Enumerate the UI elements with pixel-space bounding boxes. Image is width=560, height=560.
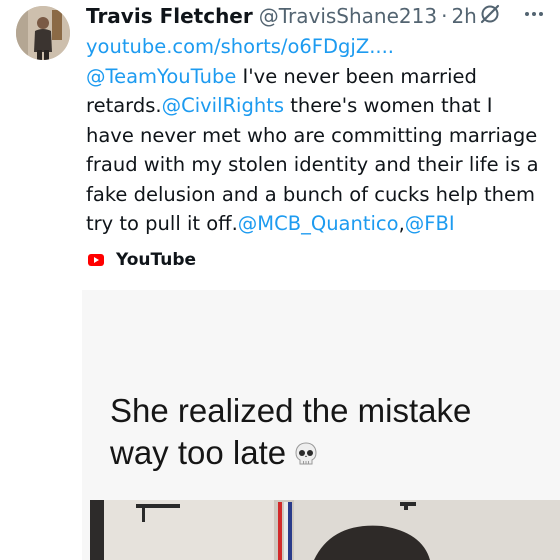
link-source-label: YouTube: [116, 250, 197, 270]
tweet-text-line: @TeamYouTube I've never been married: [86, 62, 551, 92]
tweet-text-segment: fraud with my stolen identity and their …: [86, 153, 539, 176]
tweet-timestamp[interactable]: 2h: [451, 4, 476, 28]
tweet-text: youtube.com/shorts/o6FDgjZ.... @TeamYouTu…: [86, 32, 551, 239]
url-link[interactable]: youtube.com/shorts/o6FDgjZ....: [86, 35, 394, 58]
header-separator: ·: [441, 4, 448, 28]
video-caption: She realized the mistake way too late: [110, 390, 471, 474]
caption-line: way too late: [110, 432, 471, 474]
mention-link[interactable]: @MCB_Quantico: [238, 212, 399, 235]
tweet-text-line: fraud with my stolen identity and their …: [86, 150, 551, 180]
skull-icon: [295, 442, 317, 465]
mention-link[interactable]: @FBI: [405, 212, 455, 235]
tweet-text-segment: retards.: [86, 94, 162, 117]
author-handle[interactable]: @TravisShane213: [259, 4, 437, 28]
link-source[interactable]: YouTube: [88, 250, 196, 270]
grok-icon[interactable]: [478, 2, 502, 26]
youtube-logo-icon: [88, 254, 104, 266]
tweet-text-segment: there's women that I: [284, 94, 493, 117]
tweet-text-segment: have never met who are committing marria…: [86, 123, 538, 147]
tweet-text-segment: fake delusion and a bunch of cucks help …: [86, 182, 536, 206]
tweet-text-line: fake delusion and a bunch of cucks help …: [86, 180, 551, 210]
media-card[interactable]: She realized the mistake way too late: [82, 290, 560, 560]
caption-line: She realized the mistake: [110, 392, 472, 429]
tweet-text-line: try to pull it off.@MCB_Quantico,@FBI: [86, 209, 551, 239]
tweet-text-segment: try to pull it off.: [86, 212, 238, 235]
tweet-text-line: have never met who are committing marria…: [86, 121, 551, 151]
tweet-text-segment: I've never been married: [236, 64, 477, 88]
tweet-header: Travis Fletcher @TravisShane213 · 2h: [86, 2, 546, 30]
avatar[interactable]: [16, 6, 70, 60]
tweet[interactable]: Travis Fletcher @TravisShane213 · 2h you…: [0, 0, 560, 560]
video-thumbnail: [82, 496, 560, 560]
tweet-text-line: youtube.com/shorts/o6FDgjZ....: [86, 32, 551, 62]
mention-link[interactable]: @CivilRights: [162, 94, 284, 117]
mention-link[interactable]: @TeamYouTube: [86, 65, 236, 88]
author-name[interactable]: Travis Fletcher: [86, 4, 253, 28]
avatar-photo: [16, 6, 70, 60]
tweet-text-line: retards.@CivilRights there's women that …: [86, 91, 551, 121]
more-options-icon[interactable]: [522, 2, 546, 26]
caption-line-text: way too late: [110, 434, 287, 471]
